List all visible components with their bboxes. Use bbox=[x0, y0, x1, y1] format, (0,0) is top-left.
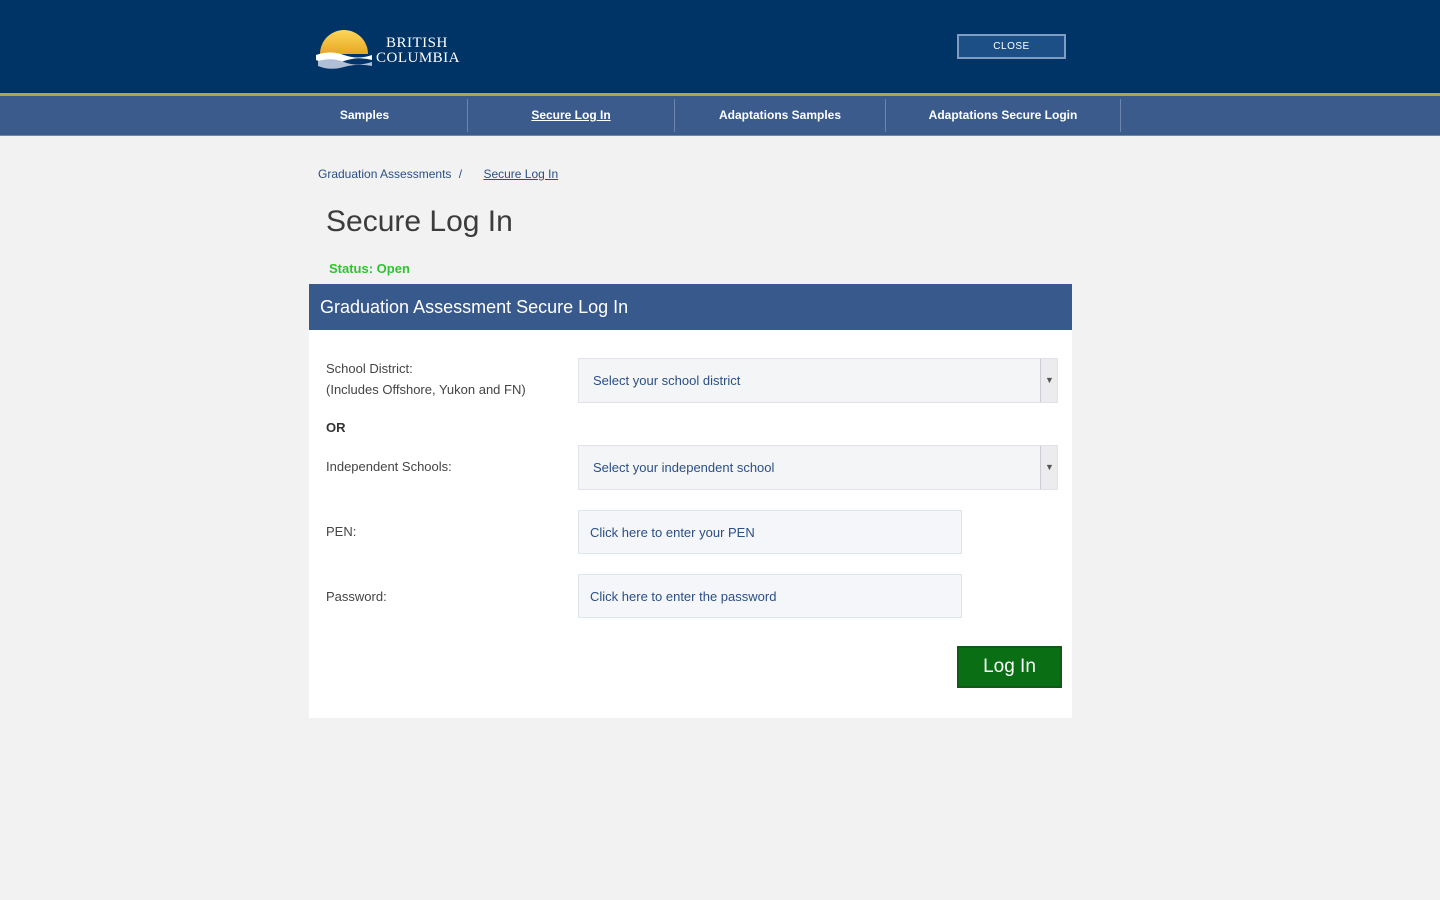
password-input[interactable] bbox=[578, 574, 962, 618]
nav-item-samples[interactable]: Samples bbox=[262, 96, 467, 136]
school-district-select[interactable]: Select your school district ▼ bbox=[578, 358, 1058, 403]
password-label: Password: bbox=[326, 589, 387, 604]
school-district-label-line2: (Includes Offshore, Yukon and FN) bbox=[326, 382, 526, 397]
close-button[interactable]: CLOSE bbox=[957, 34, 1066, 59]
school-district-dropdown-toggle[interactable]: ▼ bbox=[1040, 359, 1057, 402]
school-district-label: School District: (Includes Offshore, Yuk… bbox=[326, 358, 526, 400]
or-separator-label: OR bbox=[326, 420, 346, 435]
chevron-down-icon: ▼ bbox=[1045, 462, 1054, 472]
breadcrumb-current-link[interactable]: Secure Log In bbox=[483, 167, 558, 181]
nav-item-adaptations-secure-login[interactable]: Adaptations Secure Login bbox=[886, 96, 1120, 136]
independent-school-dropdown-toggle[interactable]: ▼ bbox=[1040, 446, 1057, 489]
logo-wordmark: BRITISH COLUMBIA bbox=[376, 36, 460, 66]
pen-input[interactable] bbox=[578, 510, 962, 554]
logo-line-columbia: COLUMBIA bbox=[376, 50, 461, 66]
independent-school-select[interactable]: Select your independent school ▼ bbox=[578, 445, 1058, 490]
nav-divider bbox=[1120, 99, 1121, 132]
login-panel: Graduation Assessment Secure Log In Scho… bbox=[309, 284, 1072, 718]
breadcrumb: Graduation Assessments / Secure Log In bbox=[318, 167, 558, 181]
login-panel-header: Graduation Assessment Secure Log In bbox=[309, 284, 1072, 330]
status-indicator: Status: Open bbox=[329, 261, 410, 276]
breadcrumb-separator: / bbox=[458, 167, 463, 181]
nav-item-secure-log-in[interactable]: Secure Log In bbox=[468, 96, 674, 136]
breadcrumb-parent-link[interactable]: Graduation Assessments bbox=[318, 167, 451, 181]
main-nav: Samples Secure Log In Adaptations Sample… bbox=[0, 96, 1440, 136]
independent-school-select-value: Select your independent school bbox=[593, 460, 775, 475]
independent-schools-label: Independent Schools: bbox=[326, 459, 452, 474]
school-district-label-line1: School District: bbox=[326, 361, 413, 376]
site-header: BRITISH COLUMBIA CLOSE bbox=[0, 0, 1440, 93]
page-title: Secure Log In bbox=[326, 205, 513, 238]
logo-line-british: BRITISH bbox=[386, 35, 448, 51]
sun-logo-icon bbox=[316, 30, 372, 69]
school-district-select-value: Select your school district bbox=[593, 373, 741, 388]
pen-label: PEN: bbox=[326, 524, 357, 539]
nav-item-adaptations-samples[interactable]: Adaptations Samples bbox=[675, 96, 885, 136]
chevron-down-icon: ▼ bbox=[1045, 375, 1054, 385]
log-in-button[interactable]: Log In bbox=[957, 646, 1062, 688]
bc-logo[interactable]: BRITISH COLUMBIA bbox=[314, 28, 474, 74]
